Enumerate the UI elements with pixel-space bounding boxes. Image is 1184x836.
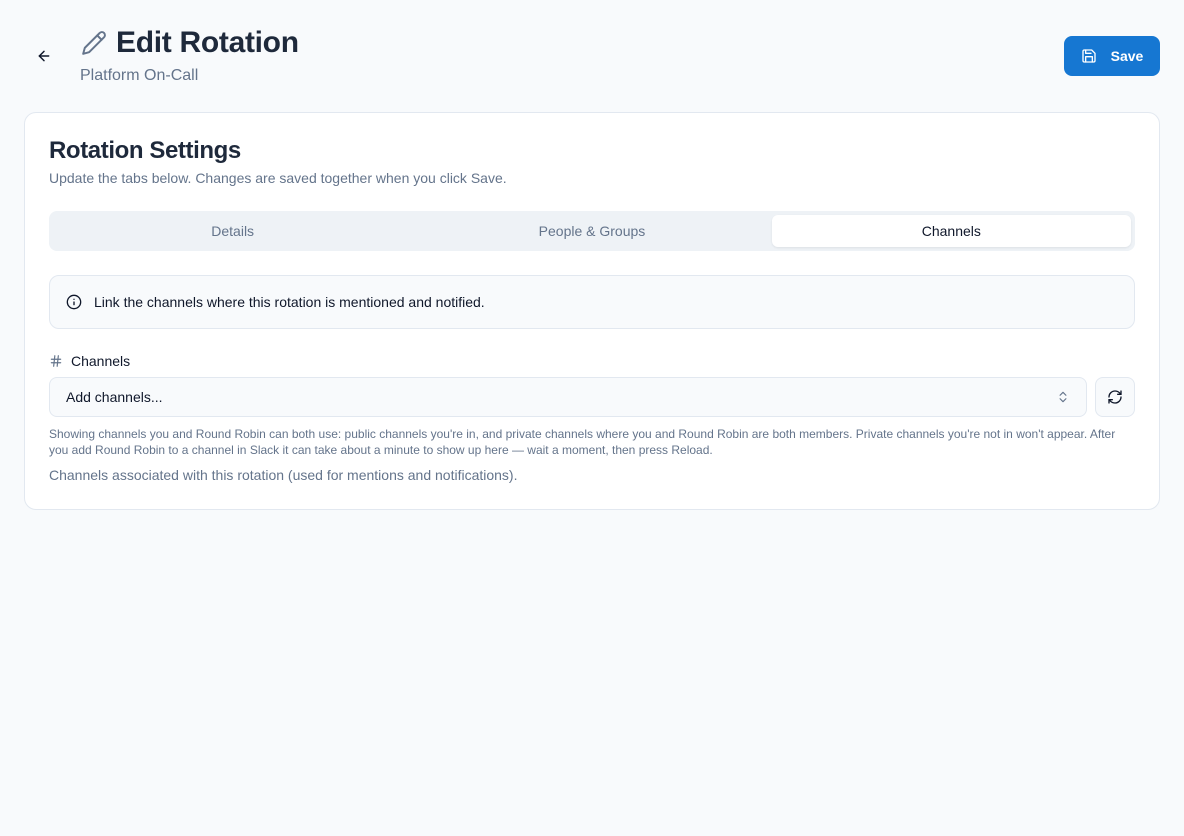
- channels-select[interactable]: Add channels...: [49, 377, 1087, 417]
- save-button[interactable]: Save: [1064, 36, 1160, 76]
- hash-icon: [50, 355, 62, 367]
- channels-description: Channels associated with this rotation (…: [49, 467, 518, 483]
- page-title: Edit Rotation: [116, 26, 299, 59]
- card-description: Update the tabs below. Changes are saved…: [49, 170, 507, 186]
- back-button[interactable]: [30, 42, 58, 70]
- channels-field-label: Channels: [49, 353, 130, 369]
- page-subtitle: Platform On-Call: [80, 67, 199, 84]
- page-header: Edit Rotation Platform On-Call Save: [0, 0, 1184, 112]
- tab-channels[interactable]: Channels: [771, 215, 1131, 247]
- card-title: Rotation Settings: [49, 137, 241, 164]
- channels-select-placeholder: Add channels...: [66, 389, 163, 405]
- title-row: Edit Rotation: [80, 26, 299, 60]
- arrow-left-icon: [38, 50, 50, 62]
- save-button-label: Save: [1110, 48, 1144, 64]
- chevrons-up-down-icon: [1059, 391, 1067, 403]
- info-alert: Link the channels where this rotation is…: [49, 275, 1135, 329]
- refresh-icon: [1108, 390, 1122, 404]
- pencil-icon: [80, 29, 108, 57]
- tab-details[interactable]: Details: [53, 215, 412, 247]
- tab-people-groups[interactable]: People & Groups: [412, 215, 771, 247]
- save-icon: [1081, 49, 1096, 63]
- channels-label: Channels: [71, 353, 131, 369]
- channels-help-text: Showing channels you and Round Robin can…: [49, 427, 1116, 457]
- info-icon: [66, 294, 82, 310]
- info-text: Link the channels where this rotation is…: [94, 294, 485, 310]
- reload-channels-button[interactable]: [1095, 377, 1135, 417]
- tab-list: Details People & Groups Channels: [49, 211, 1135, 251]
- rotation-settings-card: Rotation Settings Update the tabs below.…: [24, 112, 1160, 510]
